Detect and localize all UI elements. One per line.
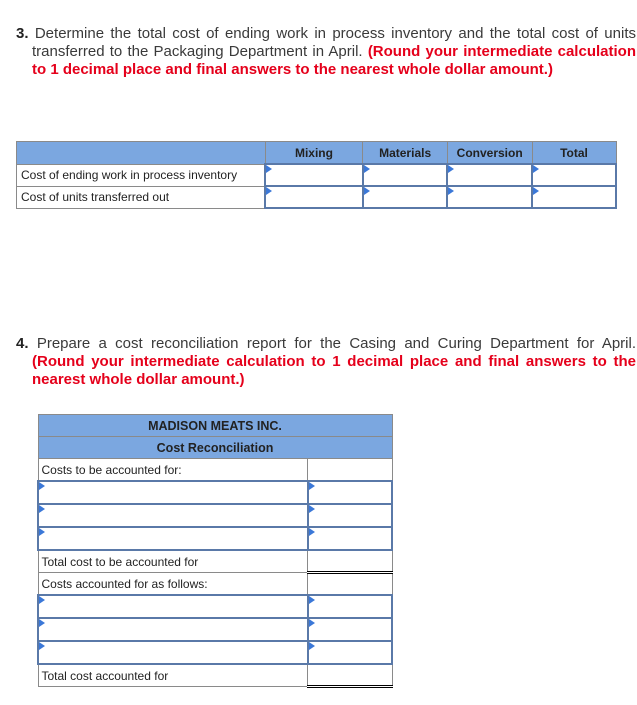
cost-to-account-value-input-3[interactable] bbox=[306, 526, 394, 551]
ending-wip-conversion-input[interactable] bbox=[446, 163, 533, 187]
question-4-instruction: (Round your intermediate calculation to … bbox=[32, 353, 636, 388]
header-total: Total bbox=[531, 141, 617, 165]
table-row bbox=[37, 503, 394, 528]
header-conversion: Conversion bbox=[446, 141, 533, 165]
table-row: Costs accounted for as follows: bbox=[37, 572, 393, 596]
cost-accounted-value-input-1[interactable] bbox=[306, 594, 394, 619]
report-title-row: Cost Reconciliation bbox=[37, 436, 393, 459]
total-cost-to-account-label: Total cost to be accounted for bbox=[37, 549, 309, 573]
cost-accounted-value-field-1[interactable] bbox=[308, 598, 391, 615]
cost-table: Mixing Materials Conversion Total Cost o… bbox=[16, 141, 617, 209]
table-row: Total cost accounted for bbox=[37, 663, 393, 688]
question-4-text: Prepare a cost reconciliation report for… bbox=[28, 335, 636, 352]
question-4-number: 4. bbox=[16, 335, 29, 352]
cost-to-account-value-field-1[interactable] bbox=[308, 484, 391, 501]
blank-cell bbox=[307, 572, 393, 596]
ending-wip-total-input[interactable] bbox=[531, 163, 617, 187]
cost-accounted-label-field-1[interactable] bbox=[39, 598, 307, 615]
cost-accounted-value-field-3[interactable] bbox=[308, 644, 391, 661]
costs-accounted-label: Costs accounted for as follows: bbox=[37, 572, 309, 596]
transferred-conversion-input[interactable] bbox=[446, 185, 533, 209]
cost-to-account-value-input-1[interactable] bbox=[306, 480, 394, 505]
transferred-materials-input[interactable] bbox=[361, 185, 449, 209]
question-3: 3. Determine the total cost of ending wo… bbox=[16, 25, 636, 79]
cost-to-account-label-field-1[interactable] bbox=[39, 484, 307, 501]
ending-wip-total-field[interactable] bbox=[533, 167, 615, 183]
cost-accounted-label-field-2[interactable] bbox=[39, 621, 307, 638]
row-label-transferred-out: Cost of units transferred out bbox=[16, 185, 266, 209]
table-row bbox=[37, 617, 394, 642]
blank-cell bbox=[307, 458, 393, 482]
header-materials: Materials bbox=[362, 141, 448, 165]
row-label-ending-wip: Cost of ending work in process inventory bbox=[16, 163, 266, 187]
transferred-mixing-field[interactable] bbox=[266, 189, 362, 205]
cost-accounted-label-input-2[interactable] bbox=[37, 617, 309, 642]
question-4: 4. Prepare a cost reconciliation report … bbox=[16, 335, 636, 389]
ending-wip-materials-input[interactable] bbox=[361, 163, 449, 187]
transferred-mixing-input[interactable] bbox=[264, 185, 364, 209]
table-row: Cost of ending work in process inventory bbox=[16, 163, 617, 187]
cost-to-account-value-field-3[interactable] bbox=[308, 530, 391, 547]
ending-wip-materials-field[interactable] bbox=[363, 167, 447, 183]
cost-to-account-label-field-3[interactable] bbox=[39, 530, 307, 547]
question-3-number: 3. bbox=[16, 25, 29, 42]
cost-table-header: Mixing Materials Conversion Total bbox=[16, 141, 617, 165]
table-row: Costs to be accounted for: bbox=[37, 458, 393, 482]
total-cost-accounted-label: Total cost accounted for bbox=[37, 663, 309, 687]
ending-wip-conversion-field[interactable] bbox=[448, 167, 531, 183]
table-row bbox=[37, 640, 394, 665]
cost-to-account-label-input-1[interactable] bbox=[37, 480, 309, 505]
cost-accounted-value-field-2[interactable] bbox=[308, 621, 391, 638]
company-name-row: MADISON MEATS INC. bbox=[37, 414, 393, 437]
cost-accounted-value-input-3[interactable] bbox=[306, 640, 394, 665]
header-blank bbox=[16, 141, 266, 165]
cost-to-account-label-input-2[interactable] bbox=[37, 503, 309, 528]
total-cost-to-account-value bbox=[307, 549, 393, 574]
ending-wip-mixing-field[interactable] bbox=[266, 167, 362, 183]
report-title: Cost Reconciliation bbox=[37, 436, 393, 459]
cost-to-account-value-field-2[interactable] bbox=[308, 507, 391, 524]
cost-accounted-value-input-2[interactable] bbox=[306, 617, 394, 642]
cost-accounted-label-field-3[interactable] bbox=[39, 644, 307, 661]
costs-to-account-label: Costs to be accounted for: bbox=[37, 458, 309, 482]
cost-to-account-value-input-2[interactable] bbox=[306, 503, 394, 528]
table-row bbox=[37, 594, 394, 619]
company-name: MADISON MEATS INC. bbox=[37, 414, 393, 437]
transferred-conversion-field[interactable] bbox=[448, 189, 531, 205]
header-mixing: Mixing bbox=[264, 141, 364, 165]
cost-to-account-label-input-3[interactable] bbox=[37, 526, 309, 551]
cost-reconciliation-table: MADISON MEATS INC. Cost Reconciliation C… bbox=[37, 414, 394, 688]
transferred-materials-field[interactable] bbox=[363, 189, 447, 205]
total-cost-accounted-value bbox=[307, 663, 393, 688]
table-row: Cost of units transferred out bbox=[16, 185, 617, 209]
table-row: Total cost to be accounted for bbox=[37, 549, 393, 574]
transferred-total-input[interactable] bbox=[531, 185, 617, 209]
table-row bbox=[37, 480, 394, 505]
cost-accounted-label-input-3[interactable] bbox=[37, 640, 309, 665]
cost-accounted-label-input-1[interactable] bbox=[37, 594, 309, 619]
transferred-total-field[interactable] bbox=[533, 189, 615, 205]
ending-wip-mixing-input[interactable] bbox=[264, 163, 364, 187]
table-row bbox=[37, 526, 394, 551]
cost-to-account-label-field-2[interactable] bbox=[39, 507, 307, 524]
